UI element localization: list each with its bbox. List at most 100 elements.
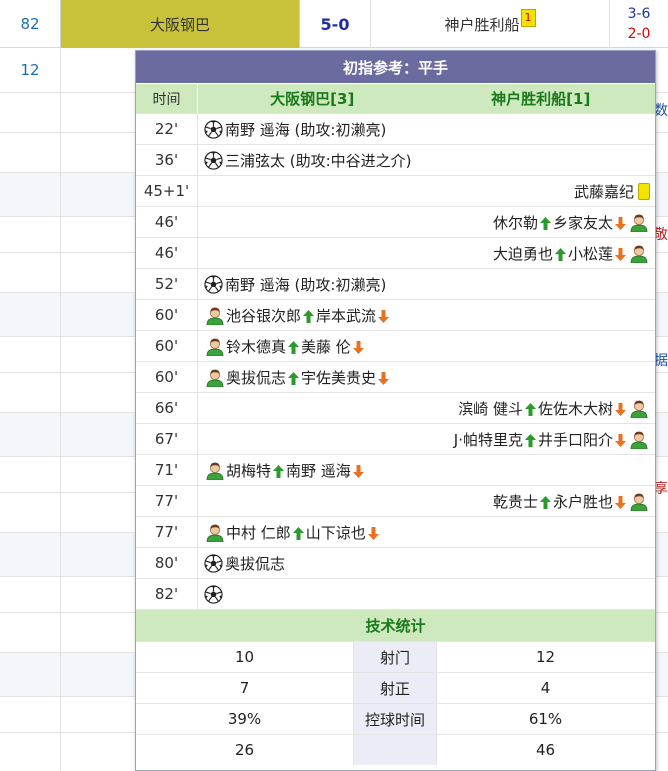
event-row: 77' 中村 仁郎 山下谅也 (136, 516, 655, 547)
sub-in-player: 胡梅特 (226, 461, 272, 480)
sub-out-arrow-icon (352, 340, 364, 354)
sub-in-arrow-icon (554, 247, 566, 261)
sub-in-player: 中村 仁郎 (226, 523, 291, 542)
sub-out-player: 南野 遥海 (286, 461, 351, 480)
events-header: 时间 大阪钢巴[3] 神户胜利船[1] (136, 83, 655, 113)
sub-in-player: 滨崎 健斗 (458, 399, 523, 418)
home-stat-value: 39% (227, 710, 262, 728)
goal-scorer: 南野 遥海 (助攻:初濑亮) (225, 120, 387, 139)
match-score[interactable]: 5-0 (300, 0, 370, 48)
sub-out-player: 美藤 伦 (301, 337, 351, 356)
sub-out-arrow-icon (615, 495, 626, 509)
stat-label (353, 735, 437, 765)
sub-out-arrow-icon (378, 371, 390, 385)
sub-in-player: J·帕特里克 (453, 430, 523, 449)
home-team-header: 大阪钢巴[3] (270, 90, 355, 108)
sub-in-arrow-icon (303, 309, 315, 323)
event-row: 46' 休尔勒 乡家友太 (136, 206, 655, 237)
soccer-ball-icon (204, 274, 223, 294)
stat-row: 39% 控球时间 61% (136, 703, 655, 734)
sub-in-arrow-icon (539, 216, 551, 230)
player-icon (206, 368, 224, 387)
event-time: 60' (136, 362, 198, 392)
player-icon (630, 492, 648, 511)
home-event-description: 铃木德真 美藤 伦 (198, 331, 655, 361)
event-time: 60' (136, 331, 198, 361)
goal-scorer: 南野 遥海 (助攻:初濑亮) (225, 275, 387, 294)
sub-out-player: 宇佐美贵史 (301, 368, 377, 387)
away-team[interactable]: 神户胜利船 1 (370, 0, 610, 48)
event-time: 36' (136, 145, 198, 175)
event-time: 77' (136, 517, 198, 547)
event-row: 60' 池谷银次郎 岸本武流 (136, 299, 655, 330)
away-event-description: 大迫勇也 小松莲 (198, 238, 655, 268)
match-minute: 82 (20, 15, 40, 33)
sub-in-arrow-icon (288, 371, 300, 385)
sub-out-arrow-icon (615, 433, 626, 447)
goal-scorer: 三浦弦太 (助攻:中谷进之介) (225, 151, 412, 170)
home-stat-value: 10 (234, 648, 255, 666)
events-list: 22' 南野 遥海 (助攻:初濑亮) 36' 三浦弦太 (助攻:中谷进之介) 45+1'… (136, 113, 655, 609)
stat-label: 射门 (353, 642, 437, 672)
home-event-description: 池谷银次郎 岸本武流 (198, 300, 655, 330)
edge-link[interactable]: 享 (654, 478, 668, 498)
away-event-description: 休尔勒 乡家友太 (198, 207, 655, 237)
match-row[interactable]: 82 大阪钢巴 5-0 神户胜利船 1 3-6 2-0 (0, 0, 668, 48)
sub-out-arrow-icon (615, 247, 626, 261)
soccer-ball-icon (204, 584, 223, 604)
event-time: 67' (136, 424, 198, 454)
time-column-header: 时间 (136, 84, 198, 113)
sub-out-player: 乡家友太 (552, 213, 613, 232)
event-time: 46' (136, 207, 198, 237)
sub-out-player: 井手口阳介 (537, 430, 613, 449)
sub-in-arrow-icon (524, 402, 536, 416)
soccer-ball-icon (204, 119, 223, 139)
home-event-description: 南野 遥海 (助攻:初濑亮) (198, 269, 655, 299)
event-time: 71' (136, 455, 198, 485)
stat-label: 控球时间 (353, 704, 437, 734)
event-row: 77' 乾贵士 永户胜也 (136, 485, 655, 516)
sub-out-player: 小松莲 (567, 244, 613, 263)
home-event-description: 三浦弦太 (助攻:中谷进之介) (198, 145, 655, 175)
home-event-description: 南野 遥海 (助攻:初濑亮) (198, 114, 655, 144)
stat-label: 射正 (353, 673, 437, 703)
event-row: 71' 胡梅特 南野 遥海 (136, 454, 655, 485)
event-row: 60' 奥拔侃志 宇佐美贵史 (136, 361, 655, 392)
event-time: 45+1' (136, 176, 198, 206)
event-row: 80' 奥拔侃志 (136, 547, 655, 578)
sub-in-arrow-icon (539, 495, 551, 509)
sub-in-arrow-icon (524, 433, 536, 447)
away-stat-value: 61% (528, 710, 563, 728)
event-time: 46' (136, 238, 198, 268)
player-icon (206, 523, 224, 542)
sub-in-arrow-icon (288, 340, 300, 354)
sub-out-arrow-icon (367, 526, 379, 540)
goal-scorer: 奥拔侃志 (225, 554, 286, 573)
away-event-description: J·帕特里克 井手口阳介 (198, 424, 655, 454)
next-match-minute: 12 (20, 61, 40, 79)
sub-out-player: 佐佐木大树 (537, 399, 613, 418)
sub-in-player: 大迫勇也 (492, 244, 553, 263)
home-team[interactable]: 大阪钢巴 (60, 0, 300, 48)
half-time-score: 3-6 2-0 (627, 6, 651, 42)
home-event-description: 胡梅特 南野 遥海 (198, 455, 655, 485)
stat-row: 26 46 (136, 734, 655, 765)
event-row: 45+1' 武藤嘉纪 (136, 175, 655, 206)
home-stat-value: 7 (239, 679, 250, 697)
event-time: 52' (136, 269, 198, 299)
sub-in-player: 休尔勒 (492, 213, 538, 232)
sub-in-player: 池谷银次郎 (226, 306, 302, 325)
player-icon (630, 399, 648, 418)
away-stat-value: 46 (535, 741, 556, 759)
event-time: 22' (136, 114, 198, 144)
sub-out-arrow-icon (615, 216, 626, 230)
player-icon (630, 244, 648, 263)
stat-row: 7 射正 4 (136, 672, 655, 703)
sub-in-arrow-icon (292, 526, 304, 540)
away-stat-value: 4 (540, 679, 551, 697)
event-row: 22' 南野 遥海 (助攻:初濑亮) (136, 113, 655, 144)
away-event-description: 武藤嘉纪 (198, 176, 655, 206)
sub-out-arrow-icon (378, 309, 390, 323)
event-row: 66' 滨崎 健斗 佐佐木大树 (136, 392, 655, 423)
player-icon (206, 461, 224, 480)
